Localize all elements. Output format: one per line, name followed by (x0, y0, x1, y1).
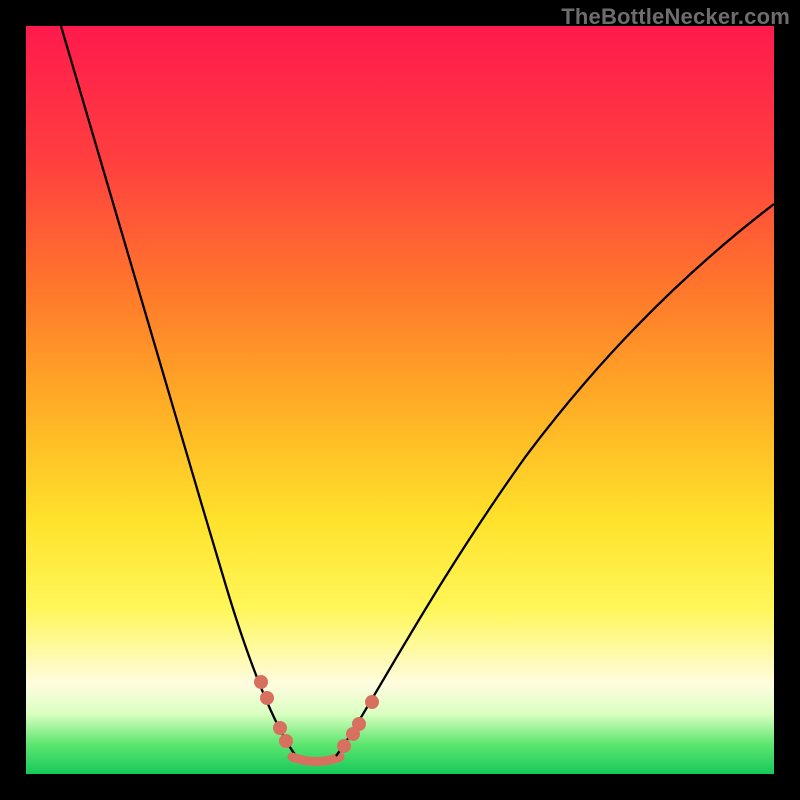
left-curve (61, 26, 296, 756)
left-marker-3 (273, 721, 287, 735)
right-marker-3 (352, 717, 366, 731)
right-marker-4 (365, 695, 379, 709)
left-marker-1 (254, 675, 268, 689)
right-curve (336, 204, 774, 756)
watermark-text: TheBottleNecker.com (561, 4, 790, 30)
outer-frame: TheBottleNecker.com (0, 0, 800, 800)
plot-area (26, 26, 774, 774)
left-marker-4 (279, 734, 293, 748)
left-marker-2 (260, 691, 274, 705)
trough-segment (292, 757, 340, 762)
right-marker-1 (337, 739, 351, 753)
chart-svg (26, 26, 774, 774)
